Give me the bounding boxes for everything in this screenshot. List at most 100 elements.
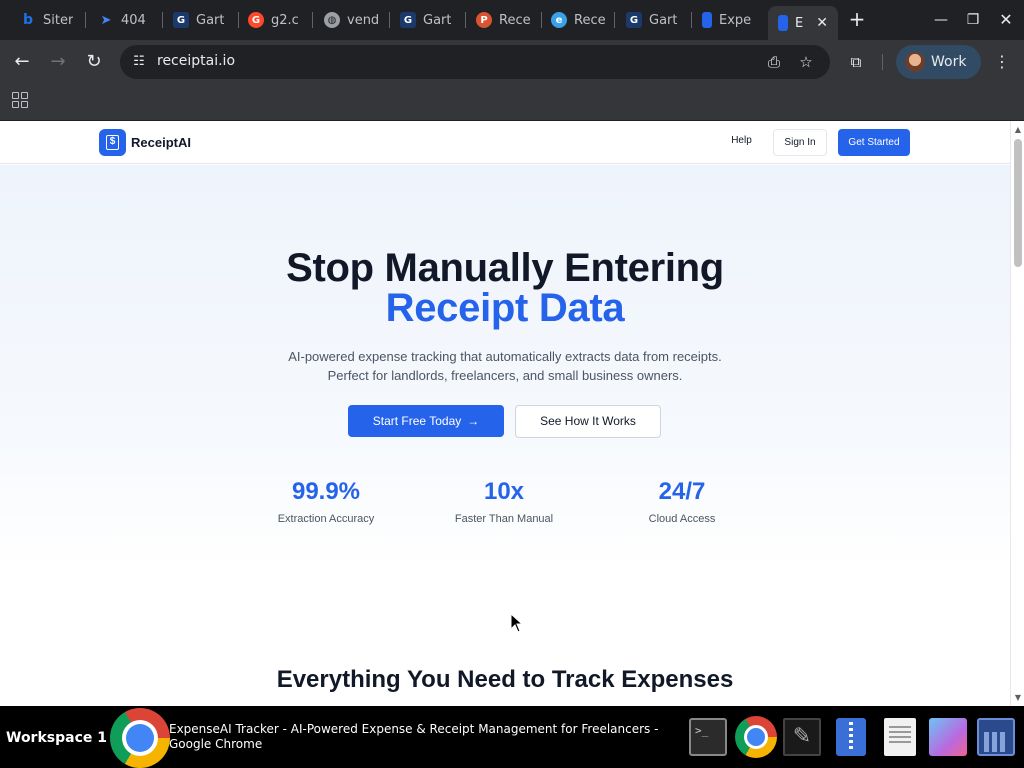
text-editor-icon[interactable]: ✎	[783, 718, 821, 756]
tab-5[interactable]: G Gart	[390, 7, 462, 33]
tab-2[interactable]: G Gart	[163, 7, 235, 33]
tab-title: Gart	[649, 12, 678, 28]
tab-title: Rece	[499, 12, 531, 28]
tab-title: vend	[347, 12, 380, 28]
sign-in-button[interactable]: Sign In	[773, 129, 827, 156]
browser-toolbar: ← → ↻ ☷ receiptai.io ⎙ ☆ ⧉ Work ⋮	[0, 40, 1024, 84]
stat-value: 99.9%	[291, 478, 361, 505]
forward-button[interactable]: →	[46, 50, 70, 74]
archive-manager-icon[interactable]	[836, 718, 866, 756]
gartner-icon: G	[626, 12, 642, 28]
tab-title: Gart	[423, 12, 452, 28]
tab-title: Expe	[719, 12, 752, 28]
help-link[interactable]: Help	[722, 135, 761, 146]
stat-label: Faster Than Manual	[454, 513, 554, 525]
document-viewer-icon[interactable]	[884, 718, 916, 756]
gartner-icon: G	[400, 12, 416, 28]
tab-title: Siter	[43, 12, 74, 28]
window-title-line: Google Chrome	[169, 737, 263, 751]
producthunt-icon: P	[476, 12, 492, 28]
reload-button[interactable]: ↻	[82, 50, 106, 74]
bing-icon: b	[22, 12, 34, 28]
tab-title: Gart	[196, 12, 225, 28]
tab-3[interactable]: G g2.c	[238, 7, 310, 33]
tab-7[interactable]: e Rece	[541, 7, 613, 33]
hero-title-highlight: Receipt Data	[385, 286, 625, 330]
tab-9[interactable]: Expe	[692, 7, 764, 33]
url-text[interactable]: receiptai.io	[157, 53, 235, 69]
scroll-up-icon[interactable]: ▲	[1011, 123, 1024, 137]
stat-value: 24/7	[658, 478, 706, 505]
site-info-icon[interactable]: ☷	[130, 53, 148, 71]
toolbar-divider	[882, 54, 883, 70]
stat-speed: 10x Faster Than Manual	[434, 478, 574, 525]
tab-8[interactable]: G Gart	[616, 7, 688, 33]
tab-title: E	[795, 15, 804, 31]
start-free-label: Start Free Today	[372, 414, 462, 428]
arrow-right-icon: →	[467, 414, 480, 428]
globe-icon: ◍	[324, 12, 340, 28]
tab-title: Rece	[574, 12, 606, 28]
receipt-icon	[778, 15, 788, 31]
hero-title: Stop Manually Entering	[286, 246, 724, 290]
scrollbar-thumb[interactable]	[1014, 139, 1022, 267]
tab-search-icon[interactable]: ⧉	[846, 52, 866, 72]
get-started-button[interactable]: Get Started	[838, 129, 910, 156]
menu-icon[interactable]: ⋮	[994, 52, 1010, 72]
image-editor-icon[interactable]	[929, 718, 967, 756]
stat-value: 10x	[483, 478, 525, 505]
profile-button[interactable]: Work	[896, 45, 981, 79]
close-window-icon[interactable]: ✕	[994, 8, 1018, 32]
back-button[interactable]: ←	[10, 50, 34, 74]
hero-subtitle: AI-powered expense tracking that automat…	[288, 349, 722, 364]
hero-section: Stop Manually Entering Receipt Data AI-p…	[0, 165, 1010, 706]
new-tab-button[interactable]: +	[846, 8, 868, 30]
tab-title: g2.c	[271, 12, 299, 28]
edge-icon: e	[551, 12, 567, 28]
chrome-app-icon[interactable]	[110, 708, 170, 768]
apps-grid-icon[interactable]	[12, 92, 28, 108]
bookmark-star-icon[interactable]: ☆	[796, 53, 816, 71]
terminal-icon[interactable]: >_	[689, 718, 727, 756]
stat-label: Cloud Access	[648, 513, 716, 525]
receipt-logo-icon[interactable]: $	[99, 129, 126, 156]
stat-accuracy: 99.9% Extraction Accuracy	[256, 478, 396, 525]
page-viewport: $ ReceiptAI Help Sign In Get Started Sto…	[0, 121, 1010, 706]
stat-label: Extraction Accuracy	[277, 513, 375, 525]
tab-4[interactable]: ◍ vend	[314, 7, 386, 33]
see-how-it-works-button[interactable]: See How It Works	[515, 405, 661, 438]
site-header: $ ReceiptAI Help Sign In Get Started	[0, 121, 1010, 164]
window-title-line: ExpenseAI Tracker - AI-Powered Expense &…	[169, 722, 659, 736]
profile-label: Work	[931, 54, 967, 70]
site-logo-text[interactable]: ReceiptAI	[131, 135, 191, 150]
mouse-cursor-icon	[510, 613, 524, 633]
minimize-icon[interactable]: —	[929, 8, 953, 32]
tab-strip: b Siter ➤ 404 G Gart G g2.c ◍ vend G Gar…	[0, 0, 1024, 40]
receipt-icon	[702, 12, 712, 28]
tab-0[interactable]: b Siter	[10, 7, 80, 33]
avatar	[905, 52, 925, 72]
bookmarks-bar	[0, 84, 1024, 120]
tab-active[interactable]: E ✕	[768, 6, 838, 40]
calculator-icon[interactable]	[977, 718, 1015, 756]
os-taskbar: Workspace 1 ExpenseAI Tracker - AI-Power…	[0, 706, 1024, 768]
gartner-icon: G	[173, 12, 189, 28]
chrome-icon[interactable]	[735, 716, 777, 758]
address-bar[interactable]: ☷ receiptai.io ⎙ ☆	[120, 45, 830, 79]
workspace-label[interactable]: Workspace 1	[6, 730, 107, 746]
tab-separator	[312, 12, 313, 28]
page-scrollbar[interactable]: ▲ ▼	[1010, 121, 1024, 706]
tab-1[interactable]: ➤ 404	[88, 7, 158, 33]
hero-subtitle-secondary: Perfect for landlords, freelancers, and …	[327, 368, 683, 383]
features-heading: Everything You Need to Track Expenses	[276, 666, 734, 693]
install-app-icon[interactable]: ⎙	[764, 53, 784, 71]
restore-icon[interactable]: ❐	[961, 8, 985, 32]
start-free-button[interactable]: Start Free Today →	[348, 405, 504, 437]
active-window-title[interactable]: ExpenseAI Tracker - AI-Powered Expense &…	[169, 722, 679, 752]
tab-separator	[614, 12, 615, 28]
send-icon: ➤	[100, 12, 112, 28]
scroll-down-icon[interactable]: ▼	[1011, 691, 1024, 705]
tab-title: 404	[121, 12, 146, 28]
tab-6[interactable]: P Rece	[466, 7, 538, 33]
close-tab-icon[interactable]: ✕	[816, 15, 828, 31]
